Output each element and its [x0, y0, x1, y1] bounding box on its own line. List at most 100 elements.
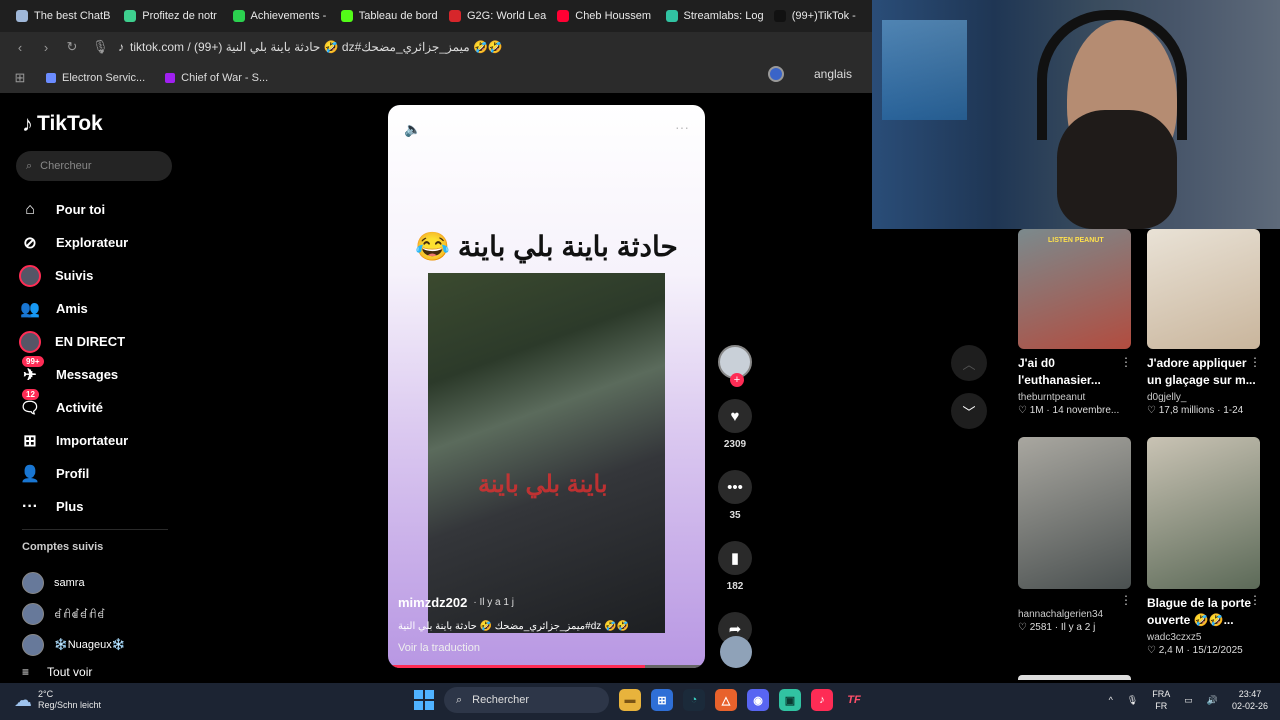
comment-icon[interactable]: ••• [718, 470, 752, 504]
video-progress-bar[interactable] [388, 665, 705, 668]
video-author[interactable]: mimzdz202 · Il y a 1 j [398, 595, 514, 610]
video-title-text: حادثة باينة بلي باينة 😂 [415, 231, 678, 262]
follow-plus-icon[interactable]: + [730, 373, 744, 387]
author-name[interactable]: mimzdz202 [398, 595, 467, 610]
followed-account[interactable]: ꀸꋬꀷꀸꋬꀸ [22, 598, 125, 629]
sidebar-item[interactable]: ⊞ Importateur [18, 424, 128, 457]
card-thumbnail[interactable]: LISTEN PEANUT [1018, 229, 1131, 349]
chevron-up-icon[interactable]: ^ [1109, 695, 1113, 705]
card-user[interactable]: d0gjelly_ [1147, 392, 1263, 403]
webcam-overlay [872, 0, 1280, 229]
browser-tab[interactable]: Cheb Houssem [549, 2, 655, 30]
microphone-icon[interactable]: 🎙 [92, 39, 109, 55]
card-user[interactable]: theburntpeanut [1018, 392, 1134, 403]
microphone-icon[interactable]: 🎙 [1127, 695, 1138, 706]
search-input[interactable]: ⌕ Chercheur [16, 151, 172, 181]
taskbar-search[interactable]: ⌕ Rechercher [444, 687, 609, 713]
save-action[interactable]: ▮ 182 [716, 541, 754, 592]
sidebar-item-label: Suivis [55, 268, 94, 283]
sidebar-item[interactable]: Suivis [18, 259, 128, 292]
heart-icon[interactable]: ♥ [718, 399, 752, 433]
input-language[interactable]: FRA FR [1152, 688, 1170, 712]
windows-start-icon[interactable] [414, 690, 434, 710]
more-icon[interactable]: ⋮ [1120, 593, 1132, 607]
search-icon: ⌕ [456, 693, 463, 706]
tab-favicon-icon [124, 10, 137, 22]
live-icon [19, 330, 41, 353]
browser-tab[interactable]: Profitez de notr [116, 2, 222, 30]
followed-account[interactable]: ❄️Nuageux❄️ [22, 629, 125, 660]
browser-tab[interactable]: G2G: World Lea [441, 2, 547, 30]
address-text: tiktok.com / (99+) حادثة باينة بلي النية… [130, 40, 503, 54]
see-all-link[interactable]: ≡ Tout voir [22, 665, 92, 679]
more-icon[interactable]: ⋮ [1249, 355, 1261, 369]
volume-icon[interactable]: 🔊 [1207, 695, 1218, 706]
bookmark-icon[interactable]: ▮ [718, 541, 752, 575]
sidebar-item[interactable]: ✈ 99+ Messages [18, 356, 128, 391]
back-icon[interactable]: ‹ [14, 40, 26, 55]
more-icon[interactable]: ⋮ [1249, 593, 1261, 607]
sidebar-item[interactable]: 👤 Profil [18, 457, 128, 490]
forward-icon[interactable]: › [40, 40, 52, 55]
video-actions: + ♥ 2309 ••• 35 ▮ 182 ➦ 636 [716, 345, 754, 663]
card-stats: ♡ 2581 · Il y a 2 j [1018, 622, 1096, 633]
weather-widget[interactable]: ☁ 2°C Reg/Schn leicht [14, 689, 101, 711]
recommended-card[interactable]: ⋮ J'adore appliquer un glaçage sur m... … [1147, 229, 1263, 416]
card-thumbnail[interactable] [1018, 437, 1131, 589]
previous-video-button[interactable]: ︿ [951, 345, 987, 381]
card-stats: ♡ 2,4 M · 15/12/2025 [1147, 645, 1243, 656]
streamlabs-icon[interactable]: ▣ [779, 689, 801, 711]
sidebar-item[interactable]: ⊘ Explorateur [18, 226, 128, 259]
file-explorer-icon[interactable]: ▬ [619, 689, 641, 711]
comment-action[interactable]: ••• 35 [716, 470, 754, 521]
next-video-button[interactable]: ﹀ [951, 393, 987, 429]
store-icon[interactable]: ⊞ [651, 689, 673, 711]
recommended-card[interactable]: LISTEN PEANUT ⋮ J'ai d0 l'euthanasier...… [1018, 229, 1134, 416]
discord-icon[interactable]: ◉ [747, 689, 769, 711]
edge-browser-icon[interactable]: ◔ [683, 689, 705, 711]
tf-app-icon[interactable]: TF [843, 689, 865, 711]
sidebar-item-label: Importateur [56, 433, 129, 448]
sound-avatar[interactable] [720, 636, 752, 668]
tiktok-icon[interactable]: ♪ [811, 689, 833, 711]
browser-tab[interactable]: Streamlabs: Log [658, 2, 764, 30]
card-thumbnail[interactable] [1147, 229, 1260, 349]
browser-tab[interactable]: Tableau de bord [333, 2, 439, 30]
translate-link[interactable]: Voir la traduction [398, 642, 480, 654]
sidebar-item[interactable]: 👥 Amis [18, 292, 128, 325]
recommended-card[interactable]: ⋮ hannachalgerien34 ♡ 2581 · Il y a 2 j [1018, 437, 1134, 633]
card-thumbnail[interactable] [1147, 437, 1260, 589]
like-action[interactable]: ♥ 2309 [716, 399, 754, 450]
bookmark-electron[interactable]: Electron Servic... [46, 72, 145, 84]
sidebar-item[interactable]: EN DIRECT [18, 325, 128, 358]
volume-icon[interactable]: 🔈 [404, 121, 421, 138]
clock[interactable]: 23:47 02-02-26 [1232, 688, 1268, 712]
followed-account[interactable]: samra [22, 567, 125, 598]
recommended-card[interactable]: ⋮ Blague de la porte ouverte 🤣🤣... wadc3… [1147, 437, 1263, 656]
browser-chrome: The best ChatB Profitez de notr Achievemen… [0, 0, 872, 93]
browser-tab[interactable]: The best ChatB [8, 2, 114, 30]
sidebar-item[interactable]: ··· Plus [18, 490, 128, 523]
tab-favicon-icon [232, 10, 245, 22]
app-icon[interactable]: △ [715, 689, 737, 711]
headset [1037, 10, 1187, 140]
browser-tab[interactable]: Achievements - [225, 2, 331, 30]
sidebar-item[interactable]: 🗨 12 Activité [18, 389, 128, 424]
more-options-icon[interactable]: ··· [675, 119, 689, 135]
more-icon[interactable]: ⋮ [1120, 355, 1132, 369]
reload-icon[interactable]: ↻ [66, 39, 78, 55]
address-bar[interactable]: ♪ tiktok.com / (99+) حادثة باينة بلي الن… [118, 40, 503, 54]
sidebar-item[interactable]: ⌂ Pour toi [18, 193, 128, 226]
card-user[interactable]: wadc3czxz5 [1147, 632, 1263, 643]
creator-avatar[interactable]: + [718, 345, 752, 387]
network-icon[interactable]: ▭ [1184, 695, 1193, 706]
card-user[interactable]: hannachalgerien34 [1018, 609, 1134, 620]
upload-icon: ⊞ [23, 432, 37, 450]
bookmark-chief-of-war[interactable]: Chief of War - S... [165, 72, 268, 84]
tiktok-logo[interactable]: ♪ TikTok [22, 111, 103, 137]
apps-grid-icon[interactable]: ⊞ [14, 70, 26, 86]
browser-tab[interactable]: (99+)TikTok - [766, 2, 872, 30]
translate-control[interactable]: anglais [767, 66, 852, 82]
video-player[interactable]: 🔈 ··· حادثة باينة بلي باينة 😂 باينة بلي … [388, 105, 705, 668]
language-button[interactable]: anglais [814, 67, 852, 81]
